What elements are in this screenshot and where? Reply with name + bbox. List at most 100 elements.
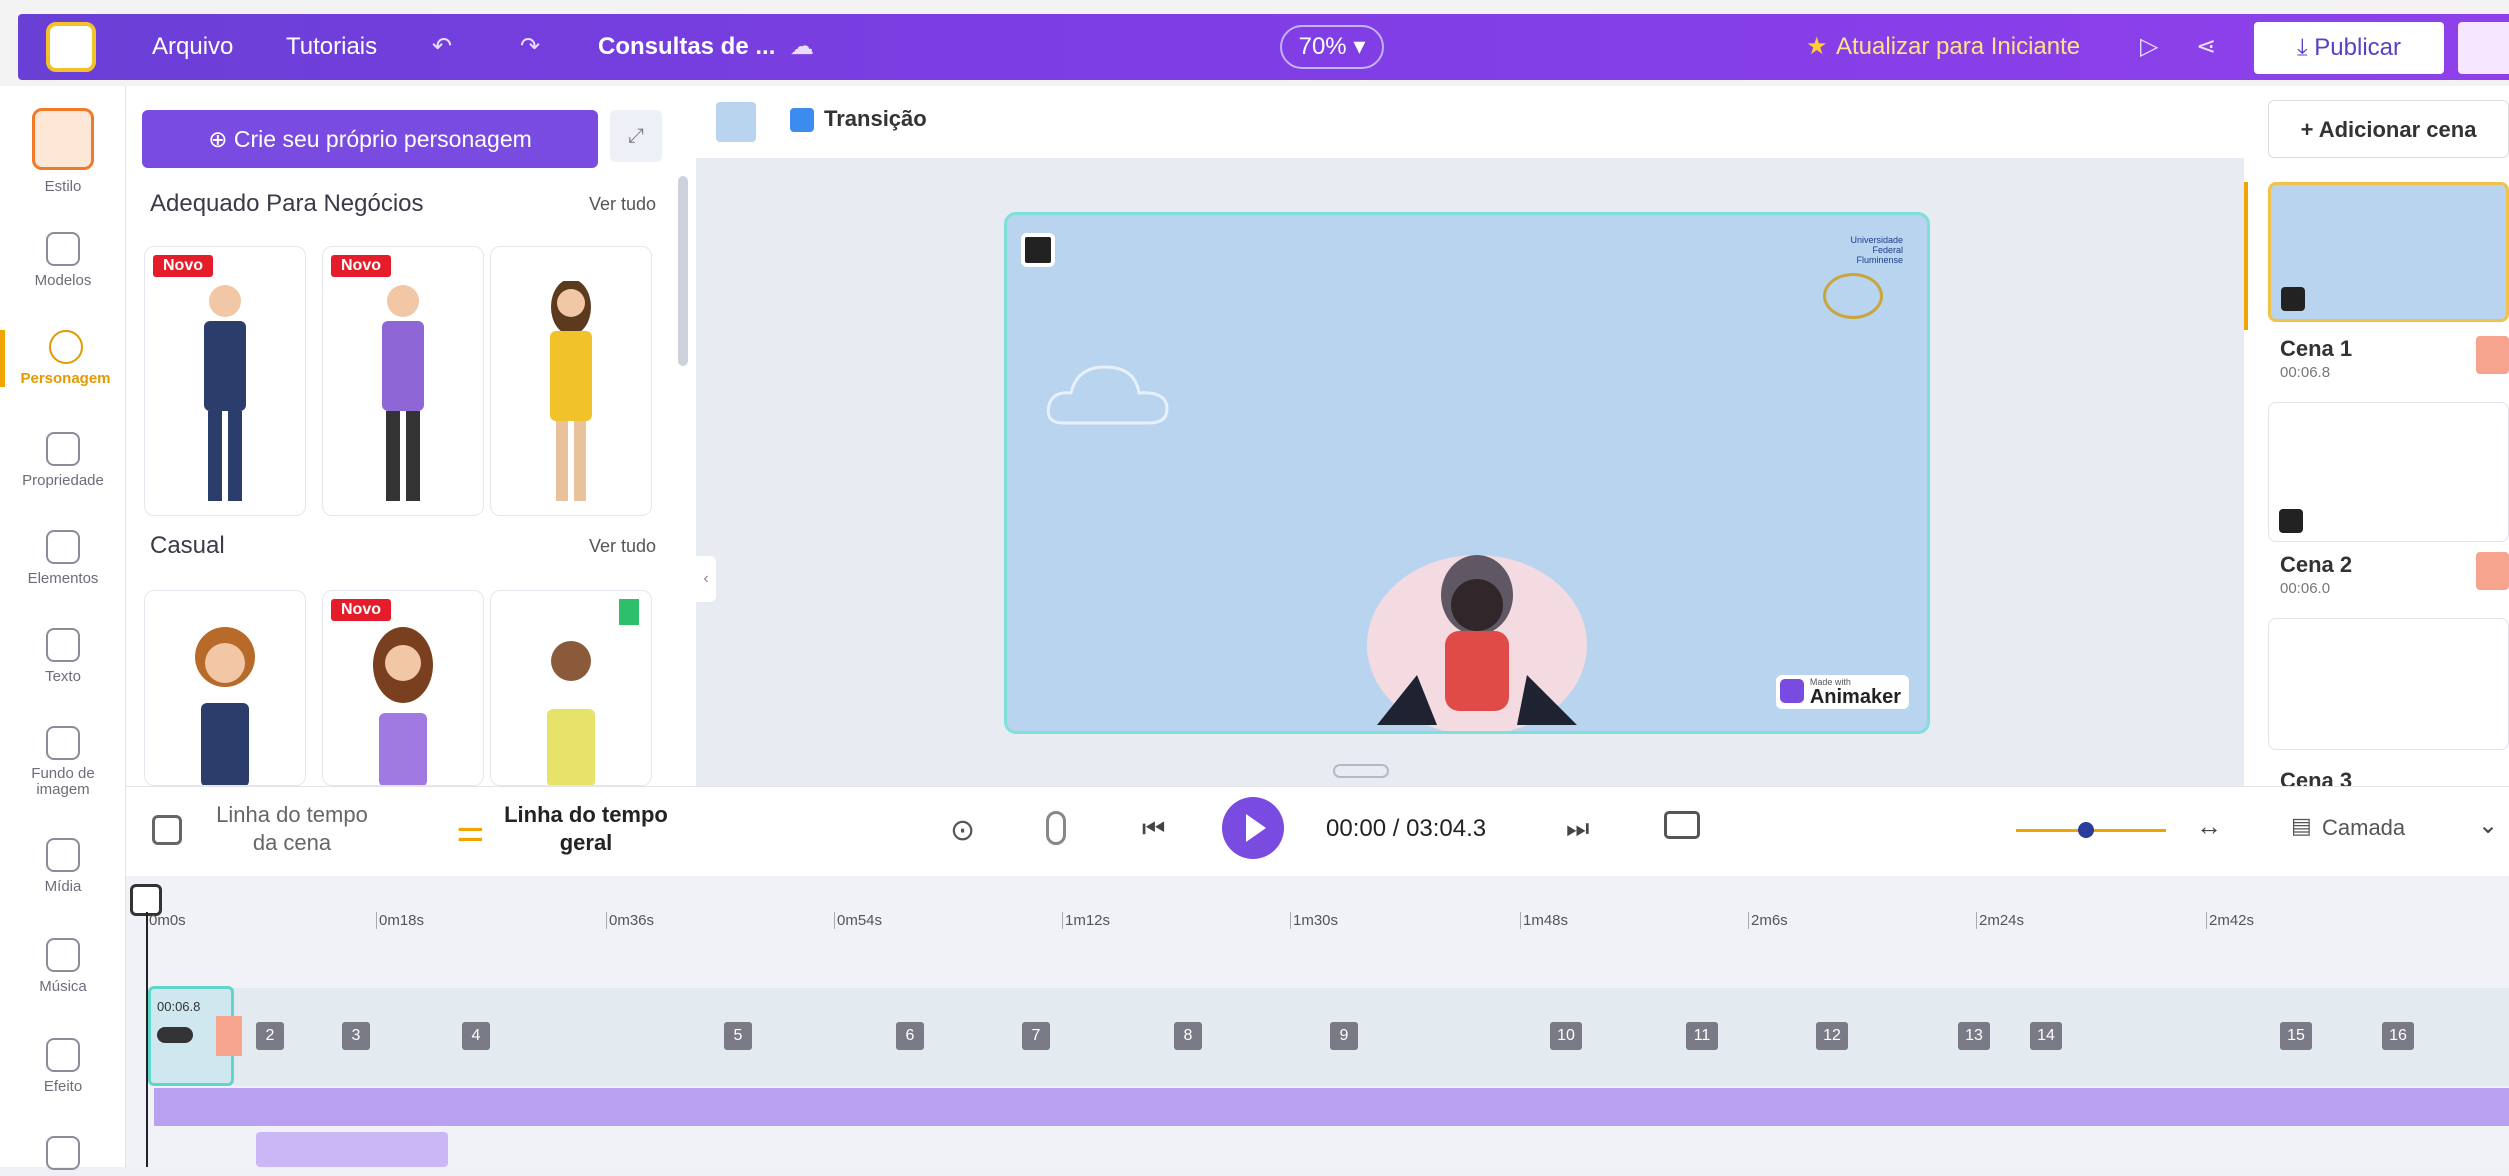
timeline-icon: ⚌: [456, 812, 485, 848]
rail-background[interactable]: Fundo de imagem: [0, 726, 126, 798]
ruler-tick: 1m48s: [1520, 912, 1568, 929]
fit-width-icon[interactable]: ↔: [2196, 811, 2222, 842]
ruler-tick: 0m0s: [146, 912, 186, 929]
segment-number[interactable]: 5: [724, 1022, 752, 1050]
play-button[interactable]: [1222, 797, 1284, 859]
ruler-tick: 0m54s: [834, 912, 882, 929]
publish-button[interactable]: ⤓ Publicar: [2254, 22, 2444, 74]
scene-timeline-tab[interactable]: Linha do tempo da cena: [152, 801, 402, 861]
segment-number[interactable]: 4: [462, 1022, 490, 1050]
see-all-business[interactable]: Ver tudo: [589, 194, 656, 215]
scenes-panel: + Adicionar cena Cena 1 00:06.8 Cena 2 0…: [2244, 86, 2509, 786]
star-icon: ★: [1806, 33, 1828, 60]
segment-number[interactable]: 6: [896, 1022, 924, 1050]
scene-canvas[interactable]: Universidade Federal Fluminense Made wit…: [1004, 212, 1930, 734]
cloud-sync-icon: ☁: [790, 33, 814, 60]
playhead[interactable]: [146, 912, 148, 1167]
animaker-logo-icon: [1779, 679, 1804, 703]
character-card[interactable]: Novo: [322, 246, 484, 516]
rail-style-label: Estilo: [44, 178, 82, 195]
skip-forward-icon[interactable]: ⏭: [1566, 813, 1589, 845]
ruler-tick: 2m6s: [1748, 912, 1788, 929]
rail-more[interactable]: [0, 1136, 126, 1176]
zoom-slider-handle[interactable]: [2078, 822, 2094, 838]
undo-icon[interactable]: ↶: [432, 14, 452, 80]
templates-icon: [46, 232, 80, 266]
camera-icon[interactable]: [1021, 233, 1055, 267]
panel-scrollbar[interactable]: [678, 176, 688, 366]
character-card[interactable]: Novo: [322, 590, 484, 786]
rail-character[interactable]: Personagem: [0, 330, 126, 387]
skip-back-icon[interactable]: ⏮: [1142, 813, 1165, 845]
segment-number[interactable]: 9: [1330, 1022, 1358, 1050]
segment-number[interactable]: 8: [1174, 1022, 1202, 1050]
screen-record-icon[interactable]: ⊙: [950, 813, 975, 848]
background-color-swatch[interactable]: [716, 102, 756, 142]
rail-style[interactable]: Estilo: [0, 108, 126, 195]
segment-number[interactable]: 14: [2030, 1022, 2062, 1050]
add-scene-button[interactable]: + Adicionar cena: [2268, 100, 2509, 158]
transition-button[interactable]: Transição: [824, 106, 927, 132]
gift-icon[interactable]: [2458, 22, 2509, 74]
audio-track[interactable]: [154, 1088, 2509, 1126]
segment-number[interactable]: 13: [1958, 1022, 1990, 1050]
character-card[interactable]: [144, 590, 306, 786]
microphone-icon[interactable]: [1046, 811, 1066, 845]
segment-number[interactable]: 10: [1550, 1022, 1582, 1050]
ruler-tick: 2m42s: [2206, 912, 2254, 929]
segment-number[interactable]: 12: [1816, 1022, 1848, 1050]
watermark: Made with Animaker: [1775, 675, 1909, 709]
layer-button[interactable]: Camada: [2322, 815, 2405, 841]
create-character-button[interactable]: ⊕ Crie seu próprio personagem: [142, 110, 598, 168]
see-all-casual[interactable]: Ver tudo: [589, 536, 656, 557]
zoom-slider[interactable]: [2016, 822, 2166, 838]
scene-thumbnail-2[interactable]: [2268, 402, 2509, 542]
segment-time: 00:06.8: [157, 999, 201, 1014]
menu-tutorials[interactable]: Tutoriais: [286, 14, 377, 80]
rail-text[interactable]: Texto: [0, 628, 126, 685]
elements-icon: [46, 530, 80, 564]
canvas-resize-handle[interactable]: [1333, 764, 1389, 778]
menu-file[interactable]: Arquivo: [152, 14, 233, 80]
character-card[interactable]: Novo: [144, 246, 306, 516]
rail-properties[interactable]: Propriedade: [0, 432, 126, 489]
segment-number[interactable]: 7: [1022, 1022, 1050, 1050]
zoom-dropdown[interactable]: 70% ▾: [1280, 25, 1384, 69]
rail-templates[interactable]: Modelos: [0, 232, 126, 289]
rail-elements-label: Elementos: [27, 570, 99, 587]
rail-music[interactable]: Música: [0, 938, 126, 995]
bookmark-icon[interactable]: [619, 599, 639, 625]
redo-icon[interactable]: ↷: [520, 14, 540, 80]
character-figure: [204, 285, 246, 501]
general-timeline-tab[interactable]: ⚌ Linha do tempo geral: [456, 801, 706, 861]
chevron-down-icon[interactable]: ⌄: [2478, 811, 2498, 840]
rail-media[interactable]: Mídia: [0, 838, 126, 895]
subtitles-icon[interactable]: [1664, 811, 1700, 839]
segment-number[interactable]: 15: [2280, 1022, 2312, 1050]
rail-effect[interactable]: Efeito: [0, 1038, 126, 1095]
layer-icon: ▤: [2291, 813, 2312, 838]
section-business-title: Adequado Para Negócios: [150, 190, 424, 217]
collapse-panel-button[interactable]: ‹: [696, 556, 716, 602]
app-logo[interactable]: [46, 22, 96, 72]
segment-options-icon[interactable]: [157, 1027, 193, 1043]
scene-1-name: Cena 1: [2280, 336, 2353, 361]
character-card[interactable]: [490, 246, 652, 516]
character-panel: ⊕ Crie seu próprio personagem ⤢ Adequado…: [126, 86, 696, 786]
preview-play-icon[interactable]: ▷: [2140, 14, 2158, 80]
segment-number[interactable]: 2: [256, 1022, 284, 1050]
segment-number[interactable]: 11: [1686, 1022, 1718, 1050]
upgrade-link[interactable]: Atualizar para Iniciante: [1836, 14, 2080, 80]
segment-transition-marker: [216, 1016, 242, 1056]
audio-clip[interactable]: [256, 1132, 448, 1167]
segment-number[interactable]: 3: [342, 1022, 370, 1050]
play-icon: [1246, 814, 1266, 842]
scene-thumbnail-3[interactable]: [2268, 618, 2509, 750]
project-title[interactable]: Consultas de ...: [598, 14, 775, 80]
expand-icon[interactable]: ⤢: [610, 110, 662, 162]
character-card[interactable]: [490, 590, 652, 786]
segment-number[interactable]: 16: [2382, 1022, 2414, 1050]
share-icon[interactable]: ⋖: [2196, 14, 2216, 80]
scene-thumbnail-1[interactable]: [2268, 182, 2509, 322]
rail-elements[interactable]: Elementos: [0, 530, 126, 587]
